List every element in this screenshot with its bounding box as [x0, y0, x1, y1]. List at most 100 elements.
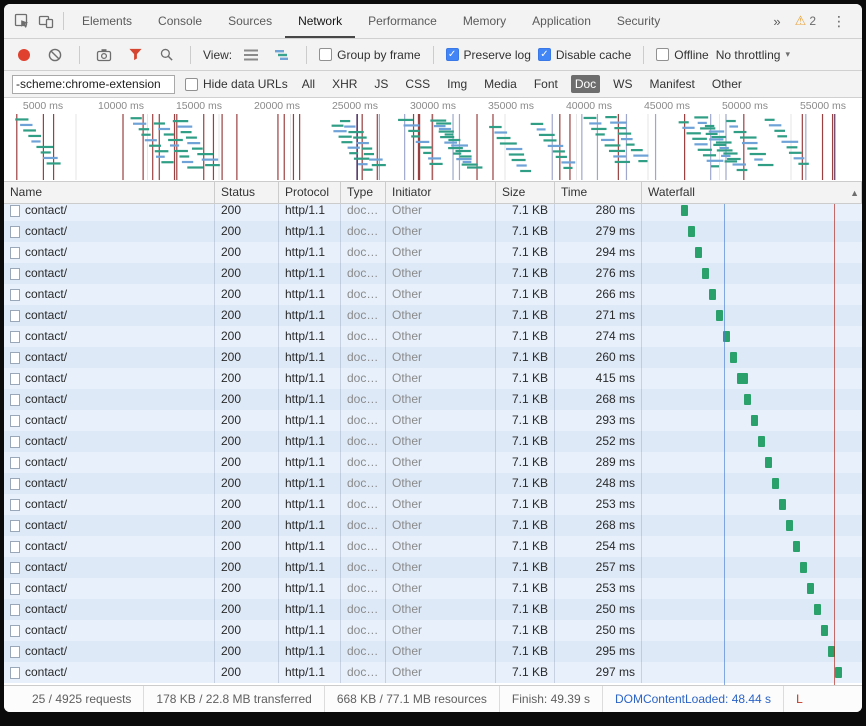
request-time: 250 ms	[555, 599, 642, 620]
request-initiator: Other	[386, 242, 496, 263]
tab-network[interactable]: Network	[285, 4, 355, 38]
request-row[interactable]: contact/200http/1.1doc…Other7.1 KB268 ms	[4, 515, 862, 536]
filter-type-ws[interactable]: WS	[609, 75, 636, 93]
record-button[interactable]	[12, 43, 36, 67]
filter-type-css[interactable]: CSS	[401, 75, 434, 93]
request-row[interactable]: contact/200http/1.1doc…Other7.1 KB250 ms	[4, 620, 862, 641]
request-time: 280 ms	[555, 204, 642, 221]
request-row[interactable]: contact/200http/1.1doc…Other7.1 KB248 ms	[4, 473, 862, 494]
filter-type-doc[interactable]: Doc	[571, 75, 600, 93]
request-row[interactable]: contact/200http/1.1doc…Other7.1 KB274 ms	[4, 326, 862, 347]
column-header-waterfall[interactable]: Waterfall	[642, 182, 862, 203]
request-time: 252 ms	[555, 431, 642, 452]
waterfall-bar	[807, 583, 814, 594]
request-row[interactable]: contact/200http/1.1doc…Other7.1 KB297 ms	[4, 662, 862, 683]
request-row[interactable]: contact/200http/1.1doc…Other7.1 KB293 ms	[4, 410, 862, 431]
kebab-menu-button[interactable]: ⋮	[826, 13, 852, 30]
inspect-element-icon[interactable]	[10, 9, 34, 33]
request-row[interactable]: contact/200http/1.1doc…Other7.1 KB268 ms	[4, 389, 862, 410]
column-header-type[interactable]: Type	[341, 182, 386, 203]
request-row[interactable]: contact/200http/1.1doc…Other7.1 KB254 ms	[4, 536, 862, 557]
tab-elements[interactable]: Elements	[69, 4, 145, 38]
request-protocol: http/1.1	[279, 326, 341, 347]
timeline-tick-label: 10000 ms	[82, 100, 160, 112]
view-large-rows-icon[interactable]	[239, 43, 263, 67]
disable-cache-checkbox[interactable]: ✓ Disable cache	[538, 48, 631, 62]
hide-data-urls-checkbox[interactable]: ✓ Hide data URLs	[185, 77, 288, 91]
waterfall-bar	[772, 478, 779, 489]
request-row[interactable]: contact/200http/1.1doc…Other7.1 KB252 ms	[4, 431, 862, 452]
tab-performance[interactable]: Performance	[355, 4, 450, 38]
filter-type-other[interactable]: Other	[708, 75, 746, 93]
tab-application[interactable]: Application	[519, 4, 604, 38]
request-size: 7.1 KB	[496, 452, 555, 473]
view-overview-icon[interactable]	[270, 43, 294, 67]
request-row[interactable]: contact/200http/1.1doc…Other7.1 KB289 ms	[4, 452, 862, 473]
request-row[interactable]: contact/200http/1.1doc…Other7.1 KB257 ms	[4, 557, 862, 578]
request-size: 7.1 KB	[496, 578, 555, 599]
filter-icon[interactable]	[123, 43, 147, 67]
request-status: 200	[215, 536, 279, 557]
filter-type-media[interactable]: Media	[480, 75, 521, 93]
more-panels-button[interactable]: »	[769, 14, 784, 29]
capture-screenshots-icon[interactable]	[92, 43, 116, 67]
request-row[interactable]: contact/200http/1.1doc…Other7.1 KB295 ms	[4, 641, 862, 662]
request-row[interactable]: contact/200http/1.1doc…Other7.1 KB280 ms	[4, 204, 862, 221]
request-name: contact/	[25, 578, 67, 599]
waterfall-cell	[642, 599, 862, 620]
tab-console[interactable]: Console	[145, 4, 215, 38]
waterfall-bar	[709, 289, 716, 300]
filter-type-font[interactable]: Font	[530, 75, 562, 93]
request-row[interactable]: contact/200http/1.1doc…Other7.1 KB266 ms	[4, 284, 862, 305]
request-row[interactable]: contact/200http/1.1doc…Other7.1 KB279 ms	[4, 221, 862, 242]
filter-type-xhr[interactable]: XHR	[328, 75, 361, 93]
request-name: contact/	[25, 242, 67, 263]
tab-memory[interactable]: Memory	[450, 4, 519, 38]
request-row[interactable]: contact/200http/1.1doc…Other7.1 KB294 ms	[4, 242, 862, 263]
checkbox-label: Preserve log	[464, 48, 531, 62]
tab-sources[interactable]: Sources	[215, 4, 285, 38]
column-header-protocol[interactable]: Protocol	[279, 182, 341, 203]
column-header-time[interactable]: Time	[555, 182, 642, 203]
warning-badge[interactable]: ⚠ 2	[795, 13, 816, 29]
request-row[interactable]: contact/200http/1.1doc…Other7.1 KB253 ms	[4, 578, 862, 599]
request-initiator: Other	[386, 662, 496, 683]
request-time: 274 ms	[555, 326, 642, 347]
network-overview[interactable]: 5000 ms10000 ms15000 ms20000 ms25000 ms3…	[4, 98, 862, 182]
preserve-log-checkbox[interactable]: ✓ Preserve log	[446, 48, 531, 62]
throttling-dropdown[interactable]: No throttling ▾	[716, 48, 790, 62]
request-row[interactable]: contact/200http/1.1doc…Other7.1 KB271 ms	[4, 305, 862, 326]
request-row[interactable]: contact/200http/1.1doc…Other7.1 KB253 ms	[4, 494, 862, 515]
request-row[interactable]: contact/200http/1.1doc…Other7.1 KB415 ms	[4, 368, 862, 389]
request-name: contact/	[25, 305, 67, 326]
checkbox-box: ✓	[185, 78, 198, 91]
request-type: doc…	[341, 578, 386, 599]
search-icon[interactable]	[154, 43, 178, 67]
request-row[interactable]: contact/200http/1.1doc…Other7.1 KB260 ms	[4, 347, 862, 368]
filter-type-all[interactable]: All	[298, 75, 319, 93]
group-by-frame-checkbox[interactable]: ✓ Group by frame	[319, 48, 420, 62]
sort-indicator-icon[interactable]: ▲	[850, 182, 859, 204]
request-time: 257 ms	[555, 557, 642, 578]
checkbox-label: Disable cache	[556, 48, 631, 62]
column-header-name[interactable]: Name	[4, 182, 215, 203]
tab-security[interactable]: Security	[604, 4, 673, 38]
filter-type-manifest[interactable]: Manifest	[646, 75, 699, 93]
request-row[interactable]: contact/200http/1.1doc…Other7.1 KB250 ms	[4, 599, 862, 620]
column-header-initiator[interactable]: Initiator	[386, 182, 496, 203]
column-header-status[interactable]: Status	[215, 182, 279, 203]
request-name: contact/	[25, 368, 67, 389]
overview-waterfall-chart	[4, 114, 862, 180]
timeline-tick-label: 20000 ms	[238, 100, 316, 112]
request-row[interactable]: contact/200http/1.1doc…Other7.1 KB276 ms	[4, 263, 862, 284]
column-header-size[interactable]: Size	[496, 182, 555, 203]
filter-type-js[interactable]: JS	[370, 75, 392, 93]
waterfall-bar	[702, 268, 709, 279]
offline-checkbox[interactable]: ✓ Offline	[656, 48, 708, 62]
timeline-tick-label: 5000 ms	[4, 100, 82, 112]
waterfall-bar	[779, 499, 786, 510]
network-filter-input[interactable]	[12, 75, 175, 94]
filter-type-img[interactable]: Img	[443, 75, 471, 93]
clear-button[interactable]	[43, 43, 67, 67]
device-toolbar-icon[interactable]	[34, 9, 58, 33]
